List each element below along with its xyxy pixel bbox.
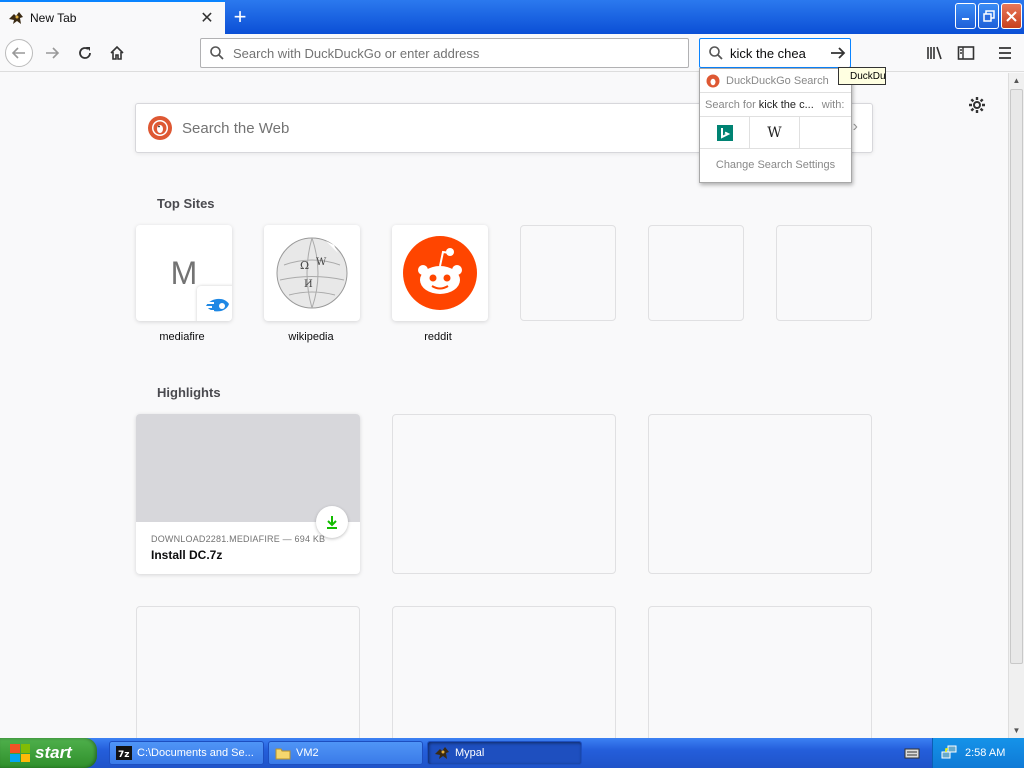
taskbar-item-vm2[interactable]: VM2	[268, 741, 423, 765]
scroll-down-arrow-icon[interactable]: ▼	[1009, 723, 1024, 738]
top-site-mediafire[interactable]: M	[136, 225, 232, 321]
highlight-meta: DOWNLOAD2281.MEDIAFIRE — 694 KB	[151, 534, 326, 544]
sidebar-icon	[957, 46, 975, 60]
start-button[interactable]: start	[0, 738, 97, 768]
taskbar-item-7zip[interactable]: 7z C:\Documents and Se...	[109, 741, 264, 765]
tab-strip: New Tab ✕ +	[0, 0, 1024, 34]
clock: 2:58 AM	[965, 747, 1006, 759]
top-site-empty	[776, 225, 872, 321]
customize-gear-icon[interactable]	[966, 94, 988, 116]
address-placeholder: Search with DuckDuckGo or enter address	[233, 45, 480, 61]
top-site-label: reddit	[424, 331, 452, 343]
library-icon	[927, 46, 942, 60]
scroll-thumb[interactable]	[1010, 89, 1023, 664]
menu-button[interactable]	[991, 39, 1019, 67]
forward-arrow-icon	[46, 47, 60, 59]
highlight-card-download[interactable]: DOWNLOAD2281.MEDIAFIRE — 694 KB Install …	[136, 414, 360, 574]
mypal-icon	[434, 746, 450, 760]
mediafire-icon	[197, 286, 232, 321]
search-for-query: kick the c...	[758, 98, 814, 111]
search-icon	[709, 46, 723, 60]
top-site-reddit[interactable]	[392, 225, 488, 321]
reload-button[interactable]	[71, 39, 99, 67]
folder-icon	[275, 746, 291, 760]
close-window-button[interactable]	[1001, 3, 1022, 29]
restore-button[interactable]	[978, 3, 999, 29]
top-sites-heading: Top Sites	[157, 196, 215, 211]
windows-flag-icon	[10, 744, 30, 762]
home-icon	[110, 45, 124, 60]
top-site-empty	[520, 225, 616, 321]
popup-header-label: DuckDuckGo Search	[726, 74, 829, 87]
svg-text:И: И	[304, 279, 313, 290]
top-site-empty	[648, 225, 744, 321]
address-bar[interactable]: Search with DuckDuckGo or enter address	[200, 38, 689, 68]
web-search-placeholder: Search the Web	[182, 119, 290, 137]
highlights-heading: Highlights	[157, 385, 221, 400]
top-site-label: mediafire	[159, 331, 205, 343]
wikipedia-engine-button[interactable]: W	[750, 116, 800, 149]
highlight-card-empty	[648, 414, 872, 574]
change-search-settings-button[interactable]: Change Search Settings	[700, 149, 851, 181]
go-arrow-icon[interactable]	[826, 45, 850, 61]
search-icon	[210, 46, 224, 60]
search-tooltip: DuckDuckGo	[838, 67, 886, 85]
page-scrollbar[interactable]: ▲ ▼	[1008, 73, 1024, 738]
scroll-up-arrow-icon[interactable]: ▲	[1009, 73, 1024, 88]
popup-header: DuckDuckGo Search	[700, 69, 851, 93]
close-tab-icon[interactable]: ✕	[197, 8, 217, 28]
tab-new-tab[interactable]: New Tab ✕	[0, 0, 225, 34]
minimize-button[interactable]	[955, 3, 976, 29]
start-label: start	[35, 743, 72, 762]
svg-text:Ω: Ω	[300, 259, 309, 272]
bing-engine-button[interactable]	[700, 116, 750, 149]
duckduckgo-logo-icon	[706, 74, 720, 87]
one-off-engines: W	[700, 116, 851, 149]
wikipedia-globe-icon: Ω W И	[276, 237, 348, 309]
library-button[interactable]	[921, 39, 949, 67]
with-label: with:	[821, 98, 845, 111]
popup-search-for: Search for kick the c... with:	[700, 93, 851, 117]
search-input-value[interactable]: kick the chea	[730, 46, 826, 61]
taskbar: start 7z C:\Documents and Se... VM2 Mypa…	[0, 738, 1024, 768]
taskbar-item-label: C:\Documents and Se...	[137, 747, 254, 759]
top-site-wikipedia[interactable]: Ω W И	[264, 225, 360, 321]
taskbar-item-label: VM2	[296, 747, 319, 759]
back-button[interactable]	[5, 39, 33, 67]
svg-text:W: W	[316, 257, 327, 268]
duckduckgo-logo-icon	[148, 116, 172, 140]
keyboard-icon[interactable]	[904, 745, 920, 761]
highlight-card-empty	[392, 414, 616, 574]
tab-title: New Tab	[30, 11, 77, 25]
top-site-label: wikipedia	[288, 331, 334, 343]
7zip-icon: 7z	[116, 746, 132, 760]
back-arrow-icon	[11, 47, 25, 59]
search-for-label: Search for	[705, 98, 756, 111]
system-tray: 2:58 AM	[932, 738, 1024, 768]
taskbar-item-mypal[interactable]: Mypal	[427, 741, 582, 765]
search-input[interactable]: kick the chea	[699, 38, 851, 68]
hamburger-menu-icon	[999, 47, 1011, 59]
search-submit-arrow-icon[interactable]: ›	[853, 118, 858, 136]
mypal-icon	[8, 11, 24, 25]
search-engine-popup: DuckDuckGo Search Search for kick the c.…	[699, 68, 852, 183]
reddit-icon	[403, 236, 477, 310]
svg-text:7z: 7z	[118, 750, 130, 760]
sidebar-button[interactable]	[952, 39, 980, 67]
taskbar-item-label: Mypal	[455, 747, 485, 759]
highlight-title: Install DC.7z	[151, 548, 223, 562]
new-tab-button[interactable]: +	[226, 3, 254, 31]
reload-icon	[79, 47, 91, 59]
home-button[interactable]	[103, 39, 131, 67]
bing-icon	[716, 124, 733, 141]
forward-button[interactable]	[38, 39, 66, 67]
network-icon[interactable]	[941, 744, 957, 763]
wikipedia-w-icon: W	[767, 124, 782, 141]
